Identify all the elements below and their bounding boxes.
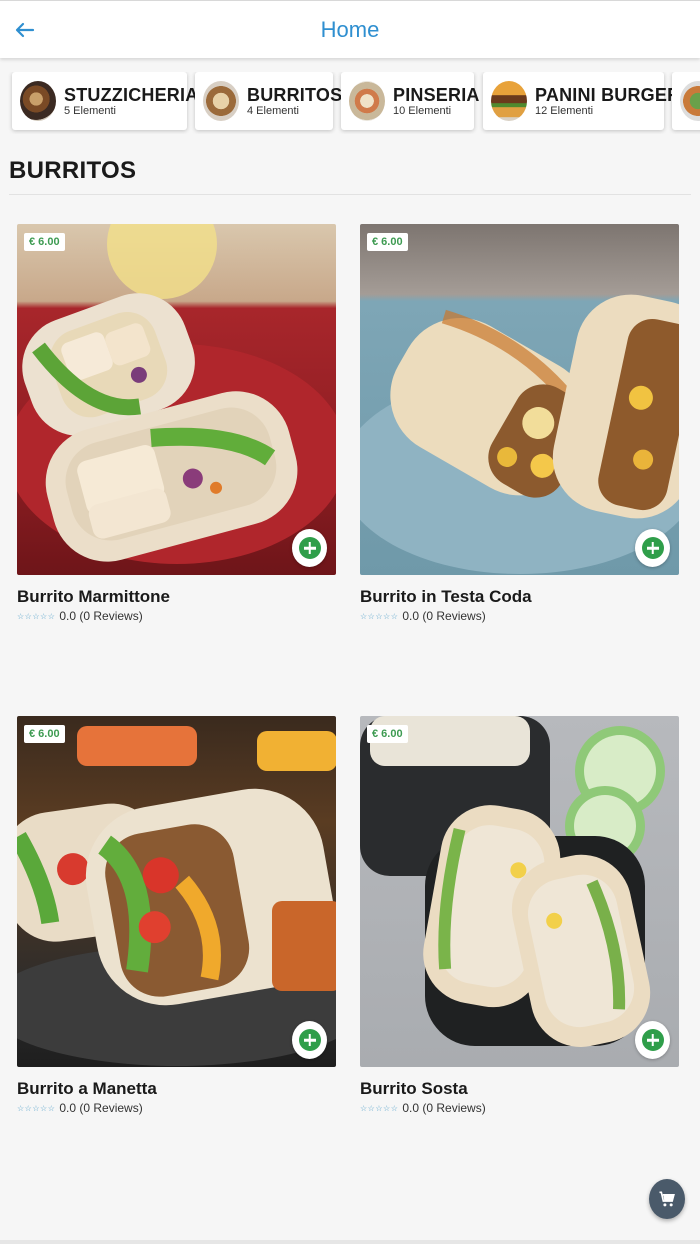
- category-chip-stuzzicheria[interactable]: STUZZICHERIA 5 Elementi: [12, 72, 198, 130]
- rating-text: 0.0 (0 Reviews): [59, 1101, 143, 1115]
- category-name: PINSERIA: [393, 84, 480, 105]
- category-chip-partial[interactable]: [672, 72, 700, 130]
- product-image[interactable]: € 6.00: [360, 224, 679, 575]
- star-rating-icon: ☆☆☆☆☆: [17, 611, 56, 621]
- category-thumbnail: [349, 81, 385, 121]
- star-rating-icon: ☆☆☆☆☆: [360, 611, 399, 621]
- add-to-cart-button[interactable]: [292, 529, 327, 567]
- category-thumbnail: [680, 81, 700, 121]
- product-image[interactable]: € 6.00: [17, 716, 336, 1067]
- cart-icon: [659, 1191, 675, 1207]
- product-card[interactable]: € 6.00 Burrito in Testa Coda ☆☆☆☆☆ 0.0 (…: [360, 224, 680, 623]
- plus-icon: [641, 537, 664, 559]
- star-rating-icon: ☆☆☆☆☆: [360, 1103, 399, 1113]
- rating-text: 0.0 (0 Reviews): [59, 609, 143, 623]
- category-carousel[interactable]: STUZZICHERIA 5 Elementi BURRITOS 4 Eleme…: [0, 72, 700, 134]
- price-badge: € 6.00: [367, 233, 408, 251]
- section-title: BURRITOS: [9, 157, 137, 184]
- category-thumbnail: [20, 81, 56, 121]
- section-divider: [9, 194, 691, 195]
- price-badge: € 6.00: [24, 725, 65, 743]
- star-rating-icon: ☆☆☆☆☆: [17, 1103, 56, 1113]
- rating-text: 0.0 (0 Reviews): [402, 609, 486, 623]
- product-rating: ☆☆☆☆☆ 0.0 (0 Reviews): [360, 1101, 680, 1115]
- product-image[interactable]: € 6.00: [17, 224, 336, 575]
- product-card[interactable]: € 6.00 Burrito a Manetta ☆☆☆☆☆ 0.0 (0 Re…: [17, 716, 337, 1115]
- product-name: Burrito a Manetta: [17, 1079, 157, 1098]
- category-count: 12 Elementi: [535, 104, 594, 117]
- product-card[interactable]: € 6.00 Burrito Sosta ☆☆☆☆☆ 0.0 (0 Review…: [360, 716, 680, 1115]
- add-to-cart-button[interactable]: [635, 529, 670, 567]
- category-count: 10 Elementi: [393, 104, 452, 117]
- category-chip-pinseria[interactable]: PINSERIA 10 Elementi: [341, 72, 479, 130]
- app-bar: Home: [0, 0, 700, 58]
- plus-icon: [641, 1029, 664, 1051]
- category-name: BURRITOS: [247, 84, 343, 105]
- category-chip-panini-burger[interactable]: PANINI BURGER 12 Elementi: [483, 72, 680, 130]
- price-badge: € 6.00: [367, 725, 408, 743]
- category-name: PANINI BURGER: [535, 84, 681, 105]
- category-name: STUZZICHERIA: [64, 84, 199, 105]
- add-to-cart-button[interactable]: [292, 1021, 327, 1059]
- product-rating: ☆☆☆☆☆ 0.0 (0 Reviews): [17, 1101, 337, 1115]
- cart-button[interactable]: [649, 1179, 685, 1219]
- page-title: Home: [320, 17, 380, 42]
- product-name: Burrito Marmittone: [17, 587, 170, 606]
- rating-text: 0.0 (0 Reviews): [402, 1101, 486, 1115]
- product-rating: ☆☆☆☆☆ 0.0 (0 Reviews): [17, 609, 337, 623]
- plus-icon: [298, 1029, 321, 1051]
- price-badge: € 6.00: [24, 233, 65, 251]
- category-chip-burritos[interactable]: BURRITOS 4 Elementi: [195, 72, 342, 130]
- category-thumbnail: [491, 81, 527, 121]
- category-thumbnail: [203, 81, 239, 121]
- product-name: Burrito Sosta: [360, 1079, 468, 1098]
- category-count: 5 Elementi: [64, 104, 116, 117]
- product-rating: ☆☆☆☆☆ 0.0 (0 Reviews): [360, 609, 680, 623]
- bottom-edge: [0, 1240, 700, 1244]
- product-image[interactable]: € 6.00: [360, 716, 679, 1067]
- category-count: 4 Elementi: [247, 104, 299, 117]
- plus-icon: [298, 537, 321, 559]
- add-to-cart-button[interactable]: [635, 1021, 670, 1059]
- product-card[interactable]: € 6.00 Burrito Marmittone ☆☆☆☆☆ 0.0 (0 R…: [17, 224, 337, 623]
- product-name: Burrito in Testa Coda: [360, 587, 532, 606]
